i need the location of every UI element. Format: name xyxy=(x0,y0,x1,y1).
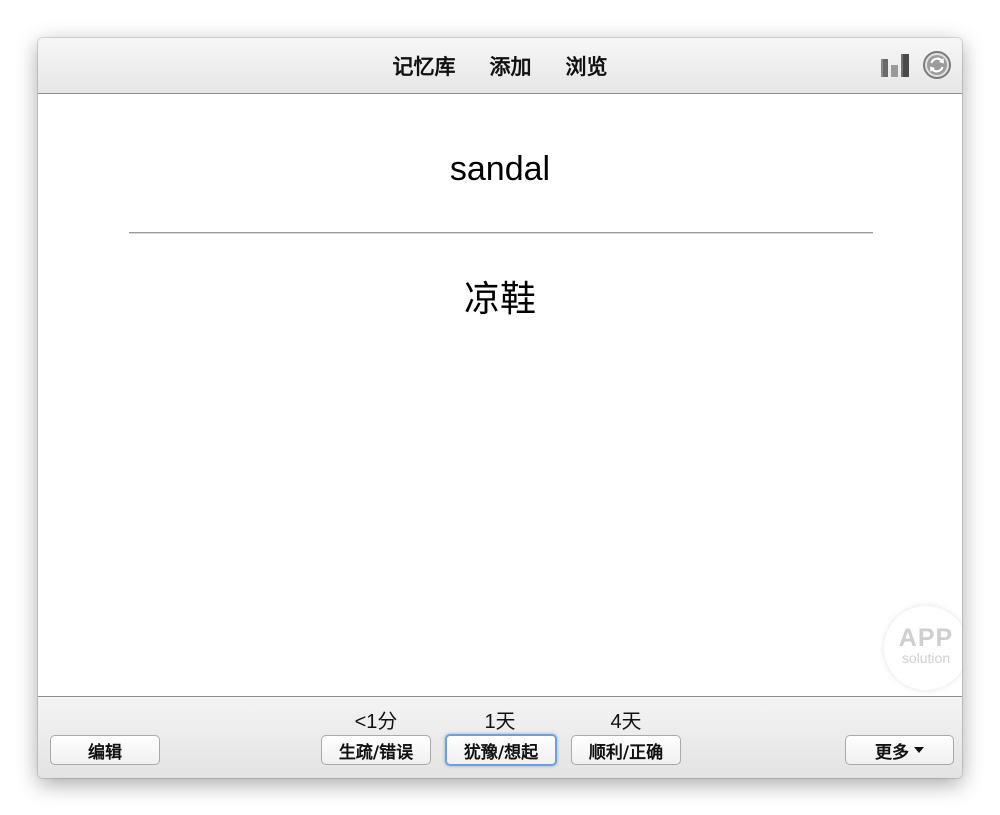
interval-again: <1分 xyxy=(354,711,398,733)
top-toolbar: 记忆库 添加 浏览 xyxy=(38,38,962,94)
chevron-down-icon xyxy=(914,747,924,753)
card-view: sandal 凉鞋 APP solution xyxy=(38,94,962,696)
watermark-app-text: APP xyxy=(898,624,954,652)
answer-again-button[interactable]: 生疏/错误 xyxy=(321,735,431,765)
answer-easy-button[interactable]: 顺利/正确 xyxy=(571,735,681,765)
watermark-solution-text: solution xyxy=(901,650,951,666)
answer-divider xyxy=(129,232,873,233)
bottom-toolbar: 编辑 <1分 生疏/错误 1天 犹豫/想起 4天 顺利/正确 更多 xyxy=(38,696,962,778)
edit-button[interactable]: 编辑 xyxy=(50,735,160,765)
nav-browse[interactable]: 浏览 xyxy=(566,51,608,81)
interval-easy: 4天 xyxy=(610,711,642,733)
nav-add[interactable]: 添加 xyxy=(490,51,532,81)
interval-good: 1天 xyxy=(484,711,516,733)
stats-icon[interactable] xyxy=(880,53,910,77)
sync-icon[interactable] xyxy=(922,50,952,80)
main-nav: 记忆库 添加 浏览 xyxy=(38,38,962,94)
more-button-label: 更多 xyxy=(875,742,909,763)
app-solution-watermark: APP solution xyxy=(884,606,962,690)
anki-review-window: 记忆库 添加 浏览 sandal 凉鞋 APP solution 编辑 <1分 … xyxy=(38,38,962,778)
answer-good-button[interactable]: 犹豫/想起 xyxy=(445,734,557,766)
nav-decks[interactable]: 记忆库 xyxy=(393,51,456,81)
more-button[interactable]: 更多 xyxy=(845,735,954,765)
card-answer: 凉鞋 xyxy=(463,279,536,320)
card-question: sandal xyxy=(449,150,551,188)
